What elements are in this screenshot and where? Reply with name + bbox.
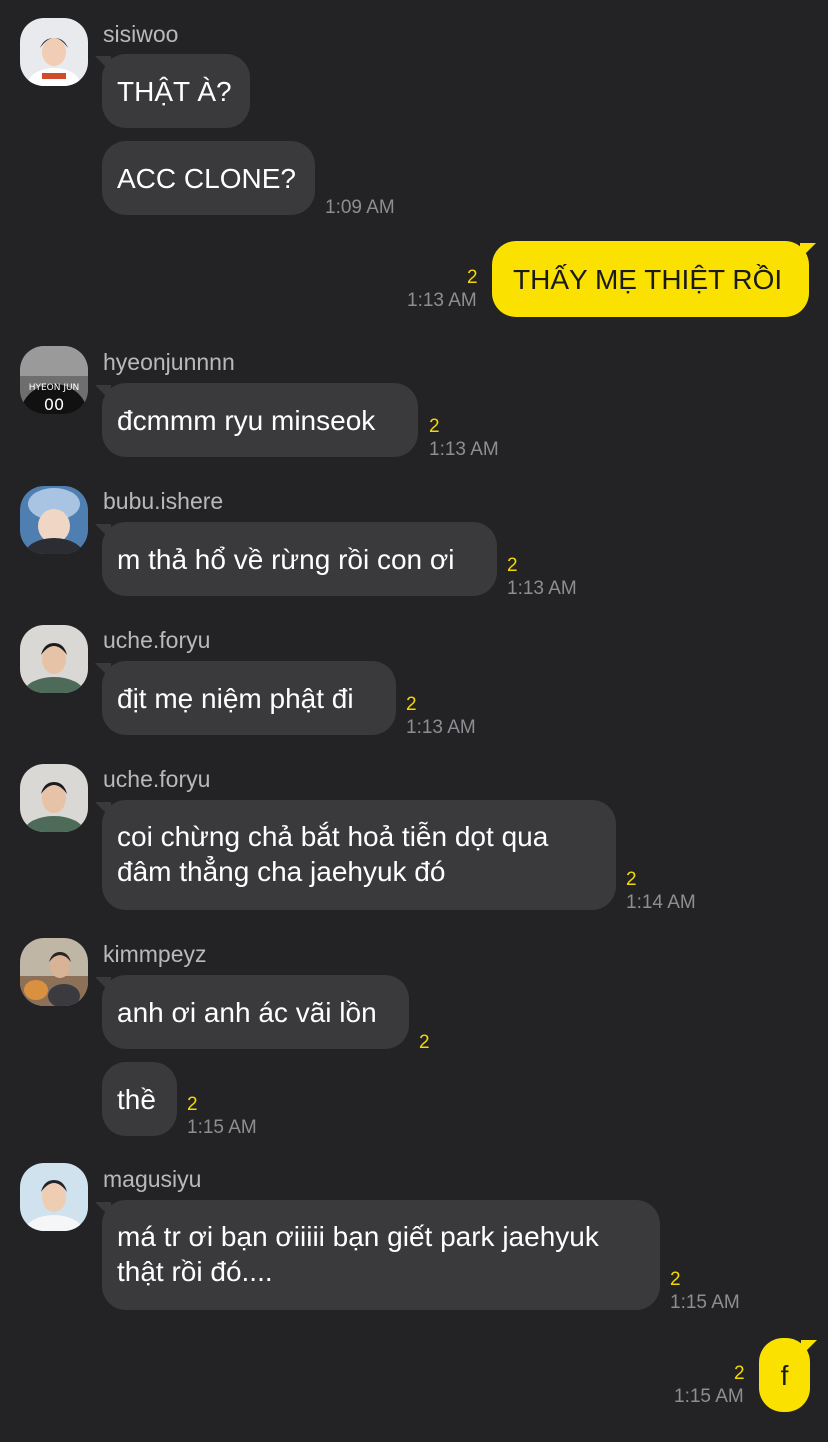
- message-text-line: thật rồi đó....: [117, 1256, 273, 1287]
- message-text: f: [780, 1359, 789, 1391]
- unread-count: 2: [467, 267, 478, 288]
- avatar[interactable]: [20, 1163, 88, 1231]
- avatar-photo-icon: [20, 486, 88, 554]
- avatar-photo-icon: [20, 764, 88, 832]
- message-time: 1:13 AM: [407, 290, 477, 311]
- message-bubble[interactable]: m thả hổ về rừng rồi con ơi: [102, 522, 497, 596]
- message-text-line: má tr ơi bạn ơiiiii bạn giết park jaehyu…: [117, 1221, 599, 1252]
- avatar[interactable]: [20, 18, 88, 86]
- sender-name: sisiwoo: [103, 21, 179, 47]
- avatar[interactable]: [20, 764, 88, 832]
- message-time: 1:14 AM: [626, 892, 696, 913]
- svg-text:HYEON JUN: HYEON JUN: [29, 383, 80, 393]
- sender-name: uche.foryu: [103, 627, 211, 653]
- message-bubble[interactable]: thề: [102, 1062, 177, 1136]
- my-message-bubble[interactable]: f: [759, 1338, 810, 1412]
- avatar[interactable]: [20, 938, 88, 1006]
- message-bubble[interactable]: ACC CLONE?: [102, 141, 315, 215]
- message-time: 1:15 AM: [670, 1292, 740, 1313]
- message-text-line: coi chừng chả bắt hoả tiễn dọt qua: [117, 821, 549, 852]
- message-text: THẬT À?: [117, 75, 232, 107]
- message-time: 1:13 AM: [406, 717, 476, 738]
- avatar[interactable]: [20, 486, 88, 554]
- unread-count: 2: [406, 694, 417, 715]
- svg-text:00: 00: [44, 395, 64, 414]
- unread-count: 2: [670, 1269, 681, 1290]
- message-bubble[interactable]: địt mẹ niệm phật đi: [102, 661, 396, 735]
- unread-count: 2: [626, 869, 637, 890]
- message-text: m thả hổ về rừng rồi con ơi: [117, 543, 455, 575]
- message-bubble[interactable]: coi chừng chả bắt hoả tiễn dọt qua đâm t…: [102, 800, 616, 910]
- sender-name: hyeonjunnnn: [103, 349, 235, 375]
- avatar-photo-icon: [20, 18, 88, 86]
- message-text: thề: [117, 1083, 156, 1115]
- message-time: 1:15 AM: [187, 1117, 257, 1138]
- unread-count: 2: [187, 1094, 198, 1115]
- avatar-photo-icon: [20, 938, 88, 1006]
- message-text: địt mẹ niệm phật đi: [117, 682, 354, 714]
- message-time: 1:09 AM: [325, 197, 395, 218]
- message-time: 1:13 AM: [429, 439, 499, 460]
- message-bubble[interactable]: THẬT À?: [102, 54, 250, 128]
- message-time: 1:13 AM: [507, 578, 577, 599]
- message-bubble[interactable]: anh ơi anh ác vãi lồn: [102, 975, 409, 1049]
- unread-count: 2: [734, 1363, 745, 1384]
- avatar-photo-icon: [20, 1163, 88, 1231]
- message-text: đcmmm ryu minseok: [117, 404, 376, 436]
- message-text: anh ơi anh ác vãi lồn: [117, 996, 377, 1028]
- sender-name: kimmpeyz: [103, 941, 207, 967]
- message-time: 1:15 AM: [674, 1386, 744, 1407]
- message-text: ACC CLONE?: [117, 162, 296, 194]
- sender-name: bubu.ishere: [103, 488, 224, 514]
- unread-count: 2: [507, 555, 518, 576]
- message-bubble[interactable]: đcmmm ryu minseok: [102, 383, 418, 457]
- avatar-photo-icon: HYEON JUN 00: [20, 346, 88, 414]
- message-text: THẤY MẸ THIỆT RỒI: [513, 263, 783, 295]
- my-message-bubble[interactable]: THẤY MẸ THIỆT RỒI: [492, 241, 809, 317]
- avatar-photo-icon: [20, 625, 88, 693]
- message-text-line: đâm thẳng cha jaehyuk đó: [117, 856, 446, 887]
- message-bubble[interactable]: má tr ơi bạn ơiiiii bạn giết park jaehyu…: [102, 1200, 660, 1310]
- avatar[interactable]: [20, 625, 88, 693]
- sender-name: magusiyu: [103, 1166, 202, 1192]
- avatar[interactable]: HYEON JUN 00: [20, 346, 88, 414]
- unread-count: 2: [419, 1032, 430, 1053]
- unread-count: 2: [429, 416, 440, 437]
- sender-name: uche.foryu: [103, 766, 211, 792]
